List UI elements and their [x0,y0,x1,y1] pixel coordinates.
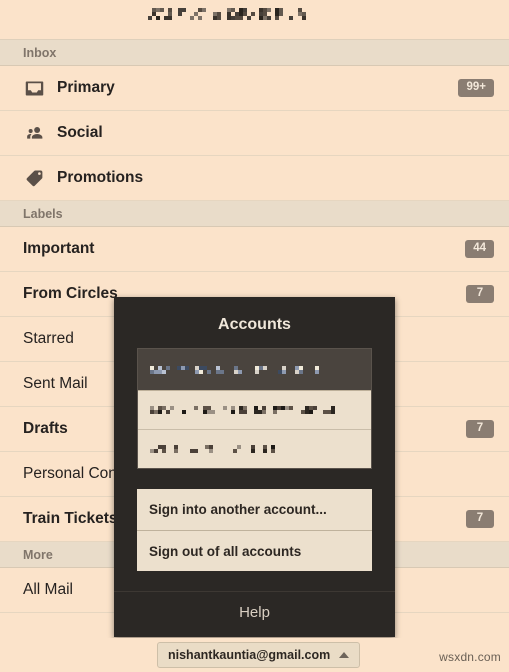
accounts-dialog: Accounts Sign into another account... Si… [114,297,395,637]
badge-important: 44 [465,239,494,259]
sidebar-item-primary[interactable]: Primary 99+ [0,66,509,111]
account-email-redacted [150,365,323,374]
section-header-more-label: More [23,547,53,562]
sidebar-item-promotions[interactable]: Promotions [0,156,509,201]
account-list-item[interactable] [138,349,371,390]
help-label: Help [239,604,270,621]
accounts-dialog-title: Accounts [218,316,291,333]
account-switcher-button[interactable]: nishantkauntia@gmail.com [157,642,361,668]
tag-icon [23,167,46,190]
section-header-labels-label: Labels [23,206,63,221]
badge-train-tickets: 7 [466,509,494,529]
sidebar-item-important[interactable]: Important 44 [0,227,509,272]
accounts-list [137,348,372,469]
accounts-menu: Sign into another account... Sign out of… [137,489,372,571]
account-email-redacted [150,406,341,414]
sidebar-item-primary-label: Primary [57,79,115,96]
badge-from-circles: 7 [466,284,494,304]
sign-out-of-all-accounts-label: Sign out of all accounts [149,543,302,559]
app-header [0,0,509,40]
account-list-item[interactable] [138,429,371,468]
account-list-item[interactable] [138,390,371,429]
section-header-labels: Labels [0,201,509,227]
badge-drafts: 7 [466,419,494,439]
sidebar-item-social-label: Social [57,124,103,141]
header-redacted-text [148,8,310,20]
account-email-redacted [150,445,278,453]
caret-up-icon [339,652,350,658]
app-root: Inbox Primary 99+ Social Promotions Labe… [0,0,509,672]
watermark: wsxdn.com [439,650,501,664]
sidebar-item-important-label: Important [23,240,95,257]
sign-into-another-account-button[interactable]: Sign into another account... [137,489,372,530]
sign-into-another-account-label: Sign into another account... [149,502,327,517]
section-header-inbox-label: Inbox [23,45,57,60]
sidebar-item-promotions-label: Promotions [57,169,144,186]
help-button[interactable]: Help [114,592,395,621]
bottom-account-bar: nishantkauntia@gmail.com wsxdn.com [0,638,509,672]
people-icon [23,122,46,145]
sidebar-item-social[interactable]: Social [0,111,509,156]
inbox-icon [23,77,46,100]
account-switcher-email: nishantkauntia@gmail.com [168,648,331,662]
badge-primary: 99+ [458,78,494,98]
sign-out-of-all-accounts-button[interactable]: Sign out of all accounts [137,530,372,571]
section-header-inbox: Inbox [0,40,509,66]
